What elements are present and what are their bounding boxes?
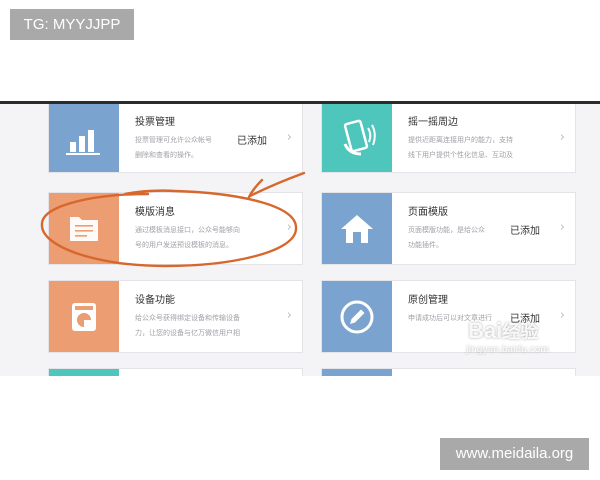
chevron-right-icon: › xyxy=(559,220,565,235)
card-tile xyxy=(49,193,119,264)
card-description: 给公众号获得绑定设备和传输设备 力，让您的设备与亿万微信用户相 xyxy=(135,314,240,337)
card-vote-management[interactable]: 投票管理 投票管理可允许公众帐号 删除和查看的操作。 已添加 › xyxy=(48,104,303,173)
card-page-template[interactable]: 页面模版 页面模版功能，是给公众 功能插件。 已添加 › xyxy=(321,192,576,265)
chevron-right-icon: › xyxy=(286,220,292,235)
site-overlay-label: www.meidaila.org xyxy=(440,438,589,470)
card-title: 原创管理 xyxy=(408,295,448,306)
document-icon xyxy=(70,216,98,241)
card-title: 页面模版 xyxy=(408,207,448,218)
card-tile xyxy=(322,369,392,376)
card-partial[interactable] xyxy=(321,368,576,376)
card-tile xyxy=(49,104,119,172)
card-title: 模版消息 xyxy=(135,207,175,218)
device-icon xyxy=(72,302,96,331)
baidu-watermark-logo: Bai经验 xyxy=(468,318,539,343)
card-template-message[interactable]: 模版消息 通过模板消息接口，公众号能够向 号的用户发送预设模板的消息。 › xyxy=(48,192,303,265)
card-title: 摇一摇周边 xyxy=(408,117,458,128)
card-description: 页面模版功能，是给公众 功能插件。 xyxy=(408,226,485,249)
card-status: 已添加 xyxy=(237,136,267,147)
card-tile xyxy=(322,104,392,172)
chevron-right-icon: › xyxy=(559,308,565,323)
pencil-circle-icon xyxy=(340,300,374,333)
chevron-right-icon: › xyxy=(559,130,565,145)
baidu-watermark-url: jingyan.baidu.com xyxy=(466,345,550,355)
tg-overlay-label: TG: MYYJJPP xyxy=(10,9,134,40)
card-description: 提供近距离连接用户的能力，支持 线下用户提供个性化信息、互动及 xyxy=(408,136,513,159)
card-status: 已添加 xyxy=(510,226,540,237)
home-icon xyxy=(341,214,373,243)
shake-phone-icon xyxy=(343,119,376,155)
card-title: 设备功能 xyxy=(135,295,175,306)
card-tile xyxy=(49,281,119,352)
card-tile xyxy=(49,369,119,376)
chevron-right-icon: › xyxy=(286,308,292,323)
card-partial[interactable] xyxy=(48,368,303,376)
bar-chart-icon xyxy=(66,129,100,155)
card-tile xyxy=(322,281,392,352)
card-shake-nearby[interactable]: 摇一摇周边 提供近距离连接用户的能力，支持 线下用户提供个性化信息、互动及 › xyxy=(321,104,576,173)
card-device-function[interactable]: 设备功能 给公众号获得绑定设备和传输设备 力，让您的设备与亿万微信用户相 › xyxy=(48,280,303,353)
chevron-right-icon: › xyxy=(286,130,292,145)
card-description: 通过模板消息接口，公众号能够向 号的用户发送预设模板的消息。 xyxy=(135,226,240,249)
card-tile xyxy=(322,193,392,264)
card-title: 投票管理 xyxy=(135,117,175,128)
